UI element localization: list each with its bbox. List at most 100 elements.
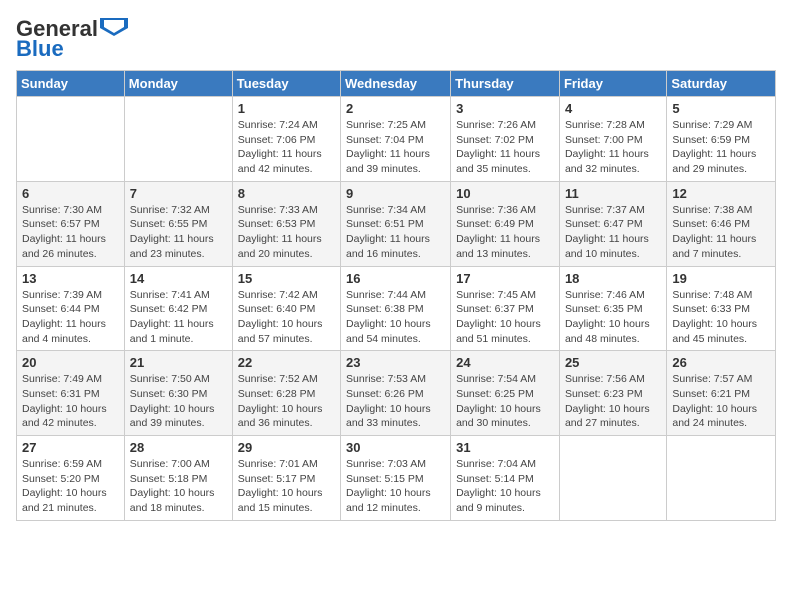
day-number: 16 [346,271,445,286]
day-number: 14 [130,271,227,286]
day-number: 12 [672,186,770,201]
calendar-cell: 27 Sunrise: 6:59 AM Sunset: 5:20 PM Dayli… [17,436,125,521]
day-info: Sunrise: 7:57 AM Sunset: 6:21 PM Dayligh… [672,372,770,431]
day-info: Sunrise: 7:34 AM Sunset: 6:51 PM Dayligh… [346,203,445,262]
day-info: Sunrise: 7:25 AM Sunset: 7:04 PM Dayligh… [346,118,445,177]
day-number: 1 [238,101,335,116]
calendar-cell: 2Sunrise: 7:25 AM Sunset: 7:04 PM Daylig… [341,97,451,182]
day-number: 13 [22,271,119,286]
calendar-cell [667,436,776,521]
col-header-wednesday: Wednesday [341,71,451,97]
calendar-cell: 3 Sunrise: 7:26 AM Sunset: 7:02 PM Daylig… [451,97,560,182]
day-info: Sunrise: 7:56 AM Sunset: 6:23 PM Dayligh… [565,372,661,431]
calendar-cell: 21 Sunrise: 7:50 AM Sunset: 6:30 PM Dayli… [124,351,232,436]
calendar-cell: 11 Sunrise: 7:37 AM Sunset: 6:47 PM Dayli… [559,181,666,266]
day-info: Sunrise: 7:33 AM Sunset: 6:53 PM Dayligh… [238,203,335,262]
calendar-cell [124,97,232,182]
calendar-cell: 12 Sunrise: 7:38 AM Sunset: 6:46 PM Dayli… [667,181,776,266]
day-number: 24 [456,355,554,370]
calendar-cell: 18 Sunrise: 7:46 AM Sunset: 6:35 PM Dayli… [559,266,666,351]
day-info: Sunrise: 7:28 AM Sunset: 7:00 PM Dayligh… [565,118,661,177]
calendar-cell [559,436,666,521]
col-header-sunday: Sunday [17,71,125,97]
day-number: 17 [456,271,554,286]
day-info: Sunrise: 7:00 AM Sunset: 5:18 PM Dayligh… [130,457,227,516]
day-info: Sunrise: 7:03 AM Sunset: 5:15 PM Dayligh… [346,457,445,516]
calendar-cell: 26 Sunrise: 7:57 AM Sunset: 6:21 PM Dayli… [667,351,776,436]
logo: General Blue [16,16,128,62]
calendar-cell: 22Sunrise: 7:52 AM Sunset: 6:28 PM Dayli… [232,351,340,436]
logo-blue-text: Blue [16,36,64,62]
calendar-cell: 17 Sunrise: 7:45 AM Sunset: 6:37 PM Dayli… [451,266,560,351]
day-info: Sunrise: 7:42 AM Sunset: 6:40 PM Dayligh… [238,288,335,347]
day-info: Sunrise: 7:37 AM Sunset: 6:47 PM Dayligh… [565,203,661,262]
day-number: 27 [22,440,119,455]
day-number: 7 [130,186,227,201]
day-info: Sunrise: 7:44 AM Sunset: 6:38 PM Dayligh… [346,288,445,347]
col-header-friday: Friday [559,71,666,97]
calendar-cell: 9 Sunrise: 7:34 AM Sunset: 6:51 PM Daylig… [341,181,451,266]
day-number: 18 [565,271,661,286]
day-number: 10 [456,186,554,201]
day-info: Sunrise: 6:59 AM Sunset: 5:20 PM Dayligh… [22,457,119,516]
calendar-cell: 4Sunrise: 7:28 AM Sunset: 7:00 PM Daylig… [559,97,666,182]
day-number: 30 [346,440,445,455]
day-number: 20 [22,355,119,370]
calendar-table: SundayMondayTuesdayWednesdayThursdayFrid… [16,70,776,521]
day-number: 23 [346,355,445,370]
day-number: 6 [22,186,119,201]
day-number: 3 [456,101,554,116]
calendar-cell: 6Sunrise: 7:30 AM Sunset: 6:57 PM Daylig… [17,181,125,266]
day-number: 11 [565,186,661,201]
day-info: Sunrise: 7:04 AM Sunset: 5:14 PM Dayligh… [456,457,554,516]
calendar-cell: 13 Sunrise: 7:39 AM Sunset: 6:44 PM Dayli… [17,266,125,351]
day-info: Sunrise: 7:41 AM Sunset: 6:42 PM Dayligh… [130,288,227,347]
calendar-cell: 29 Sunrise: 7:01 AM Sunset: 5:17 PM Dayli… [232,436,340,521]
calendar-cell: 19 Sunrise: 7:48 AM Sunset: 6:33 PM Dayli… [667,266,776,351]
calendar-cell: 30 Sunrise: 7:03 AM Sunset: 5:15 PM Dayli… [341,436,451,521]
day-number: 31 [456,440,554,455]
day-info: Sunrise: 7:50 AM Sunset: 6:30 PM Dayligh… [130,372,227,431]
day-number: 21 [130,355,227,370]
calendar-cell: 23 Sunrise: 7:53 AM Sunset: 6:26 PM Dayli… [341,351,451,436]
day-info: Sunrise: 7:29 AM Sunset: 6:59 PM Dayligh… [672,118,770,177]
calendar-cell: 10Sunrise: 7:36 AM Sunset: 6:49 PM Dayli… [451,181,560,266]
calendar-cell: 5 Sunrise: 7:29 AM Sunset: 6:59 PM Daylig… [667,97,776,182]
day-number: 25 [565,355,661,370]
calendar-cell: 14 Sunrise: 7:41 AM Sunset: 6:42 PM Dayli… [124,266,232,351]
day-info: Sunrise: 7:48 AM Sunset: 6:33 PM Dayligh… [672,288,770,347]
page-header: General Blue [16,16,776,62]
day-number: 28 [130,440,227,455]
day-info: Sunrise: 7:46 AM Sunset: 6:35 PM Dayligh… [565,288,661,347]
day-number: 5 [672,101,770,116]
col-header-thursday: Thursday [451,71,560,97]
day-number: 15 [238,271,335,286]
day-info: Sunrise: 7:53 AM Sunset: 6:26 PM Dayligh… [346,372,445,431]
day-info: Sunrise: 7:26 AM Sunset: 7:02 PM Dayligh… [456,118,554,177]
day-info: Sunrise: 7:54 AM Sunset: 6:25 PM Dayligh… [456,372,554,431]
day-number: 9 [346,186,445,201]
calendar-cell: 31 Sunrise: 7:04 AM Sunset: 5:14 PM Dayli… [451,436,560,521]
calendar-cell: 24 Sunrise: 7:54 AM Sunset: 6:25 PM Dayli… [451,351,560,436]
day-number: 19 [672,271,770,286]
logo-arrow-icon [100,18,128,36]
day-info: Sunrise: 7:24 AM Sunset: 7:06 PM Dayligh… [238,118,335,177]
day-info: Sunrise: 7:39 AM Sunset: 6:44 PM Dayligh… [22,288,119,347]
calendar-cell: 20 Sunrise: 7:49 AM Sunset: 6:31 PM Dayli… [17,351,125,436]
day-info: Sunrise: 7:45 AM Sunset: 6:37 PM Dayligh… [456,288,554,347]
col-header-saturday: Saturday [667,71,776,97]
day-number: 8 [238,186,335,201]
day-number: 29 [238,440,335,455]
day-info: Sunrise: 7:52 AM Sunset: 6:28 PM Dayligh… [238,372,335,431]
day-info: Sunrise: 7:01 AM Sunset: 5:17 PM Dayligh… [238,457,335,516]
calendar-cell: 25 Sunrise: 7:56 AM Sunset: 6:23 PM Dayli… [559,351,666,436]
day-info: Sunrise: 7:49 AM Sunset: 6:31 PM Dayligh… [22,372,119,431]
day-info: Sunrise: 7:38 AM Sunset: 6:46 PM Dayligh… [672,203,770,262]
calendar-cell [17,97,125,182]
calendar-cell: 16 Sunrise: 7:44 AM Sunset: 6:38 PM Dayli… [341,266,451,351]
col-header-tuesday: Tuesday [232,71,340,97]
calendar-cell: 1 Sunrise: 7:24 AM Sunset: 7:06 PM Daylig… [232,97,340,182]
calendar-cell: 7Sunrise: 7:32 AM Sunset: 6:55 PM Daylig… [124,181,232,266]
day-number: 26 [672,355,770,370]
calendar-cell: 15 Sunrise: 7:42 AM Sunset: 6:40 PM Dayli… [232,266,340,351]
